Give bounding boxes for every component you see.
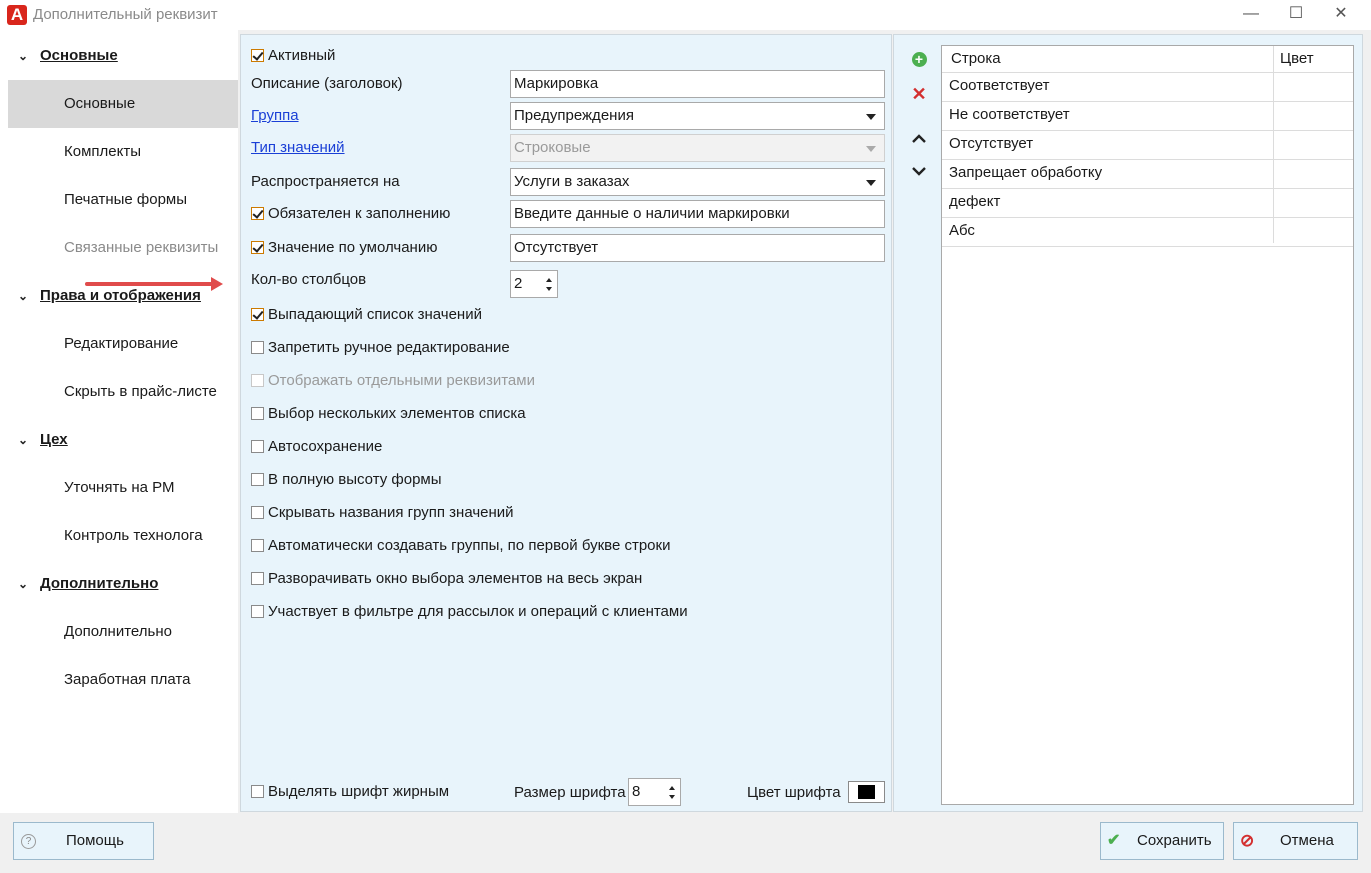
font-color-picker[interactable] (848, 781, 885, 803)
chevron-down-icon: ⌄ (18, 49, 29, 63)
chevron-up-icon (912, 134, 926, 143)
font-size-stepper[interactable]: 8 (628, 778, 681, 806)
spin-down-icon[interactable] (669, 795, 675, 799)
chevron-down-icon: ⌄ (18, 289, 29, 303)
maximize-button[interactable]: ☐ (1273, 0, 1319, 30)
checkbox-icon (251, 440, 264, 453)
value-type-select[interactable]: Строковые (510, 134, 885, 162)
sidebar-item-salary[interactable]: Заработная плата (8, 656, 238, 704)
annotation-arrow (85, 277, 223, 291)
checkbox-icon (251, 506, 264, 519)
sidebar-item-technologist-control[interactable]: Контроль технолога (8, 512, 238, 560)
columns-count-label: Кол-во столбцов (251, 271, 367, 288)
values-grid[interactable]: Строка Цвет Соответствует Не соответству… (941, 45, 1354, 805)
checkbox-icon (251, 539, 264, 552)
checkbox-checked-icon (251, 49, 264, 62)
checkbox-checked-icon (251, 241, 264, 254)
sidebar-section-rights[interactable]: ⌄ Права и отображения (18, 284, 201, 308)
dropdown-arrow-icon (866, 146, 876, 152)
description-label: Описание (заголовок) (251, 75, 403, 92)
sidebar-item-editing[interactable]: Редактирование (8, 320, 238, 368)
applies-to-select[interactable]: Услуги в заказах (510, 168, 885, 196)
checkbox-icon (251, 785, 264, 798)
checkbox-icon (251, 473, 264, 486)
save-button[interactable]: ✔ Сохранить (1100, 822, 1224, 860)
add-circle-icon: + (911, 52, 927, 67)
checkmark-icon: ✔ (1107, 832, 1121, 849)
sidebar-section-workshop[interactable]: ⌄ Цех (18, 428, 68, 452)
help-button[interactable]: ? Помощь (13, 822, 154, 860)
add-row-button[interactable]: + (908, 49, 930, 71)
description-input[interactable]: Маркировка (510, 70, 885, 98)
column-header-color[interactable]: Цвет (1280, 46, 1314, 72)
sidebar-item-clarify-rm[interactable]: Уточнять на РМ (8, 464, 238, 512)
applies-to-label: Распространяется на (251, 173, 400, 190)
checkbox-icon (251, 341, 264, 354)
font-color-swatch (858, 785, 875, 799)
sidebar-section-main[interactable]: ⌄ Основные (18, 44, 118, 68)
sidebar-item-hide-in-pricelist[interactable]: Скрыть в прайс-листе (8, 368, 238, 416)
group-link[interactable]: Группа (251, 105, 299, 127)
required-hint-input[interactable]: Введите данные о наличии маркировки (510, 200, 885, 228)
minimize-button[interactable]: — (1228, 0, 1274, 30)
cancel-button[interactable]: ⊘ Отмена (1233, 822, 1358, 860)
window-title: Дополнительный реквизит (33, 6, 218, 23)
spin-up-icon[interactable] (546, 278, 552, 282)
checkbox-icon (251, 374, 264, 387)
column-header-string[interactable]: Строка (951, 46, 1001, 72)
table-row[interactable]: Запрещает обработку (942, 159, 1353, 189)
table-row[interactable]: Отсутствует (942, 130, 1353, 160)
sidebar-item-main[interactable]: Основные (8, 80, 238, 128)
sidebar-item-linked-attributes[interactable]: Связанные реквизиты (8, 224, 238, 272)
dropdown-arrow-icon (866, 114, 876, 120)
spin-up-icon[interactable] (669, 786, 675, 790)
table-row[interactable]: Не соответствует (942, 101, 1353, 131)
checkbox-icon (251, 605, 264, 618)
grid-header: Строка Цвет (942, 46, 1353, 73)
sidebar-section-additional[interactable]: ⌄ Дополнительно (18, 572, 158, 596)
columns-count-stepper[interactable]: 2 (510, 270, 558, 298)
sidebar-item-print-forms[interactable]: Печатные формы (8, 176, 238, 224)
cancel-icon: ⊘ (1240, 831, 1255, 850)
dropdown-arrow-icon (866, 180, 876, 186)
default-value-input[interactable]: Отсутствует (510, 234, 885, 262)
move-down-button[interactable] (908, 160, 930, 182)
chevron-down-icon: ⌄ (18, 433, 29, 447)
font-color-label: Цвет шрифта (747, 784, 841, 801)
help-icon: ? (21, 834, 36, 849)
value-type-link[interactable]: Тип значений (251, 137, 345, 159)
move-up-button[interactable] (908, 127, 930, 149)
table-row[interactable]: дефект (942, 188, 1353, 218)
checkbox-checked-icon (251, 308, 264, 321)
chevron-down-icon: ⌄ (18, 577, 29, 591)
app-logo-icon: A (7, 5, 27, 25)
close-window-button[interactable]: ✕ (1318, 0, 1364, 30)
checkbox-icon (251, 407, 264, 420)
font-size-label: Размер шрифта (514, 784, 626, 801)
table-row[interactable]: Абс (942, 217, 1353, 247)
table-row[interactable]: Соответствует (942, 72, 1353, 102)
sidebar-item-kits[interactable]: Комплекты (8, 128, 238, 176)
sidebar-item-additional[interactable]: Дополнительно (8, 608, 238, 656)
spin-down-icon[interactable] (546, 287, 552, 291)
group-select[interactable]: Предупреждения (510, 102, 885, 130)
chevron-down-icon (912, 167, 926, 176)
delete-x-icon: ✕ (911, 84, 927, 104)
checkbox-icon (251, 572, 264, 585)
checkbox-checked-icon (251, 207, 264, 220)
delete-row-button[interactable]: ✕ (908, 83, 930, 105)
